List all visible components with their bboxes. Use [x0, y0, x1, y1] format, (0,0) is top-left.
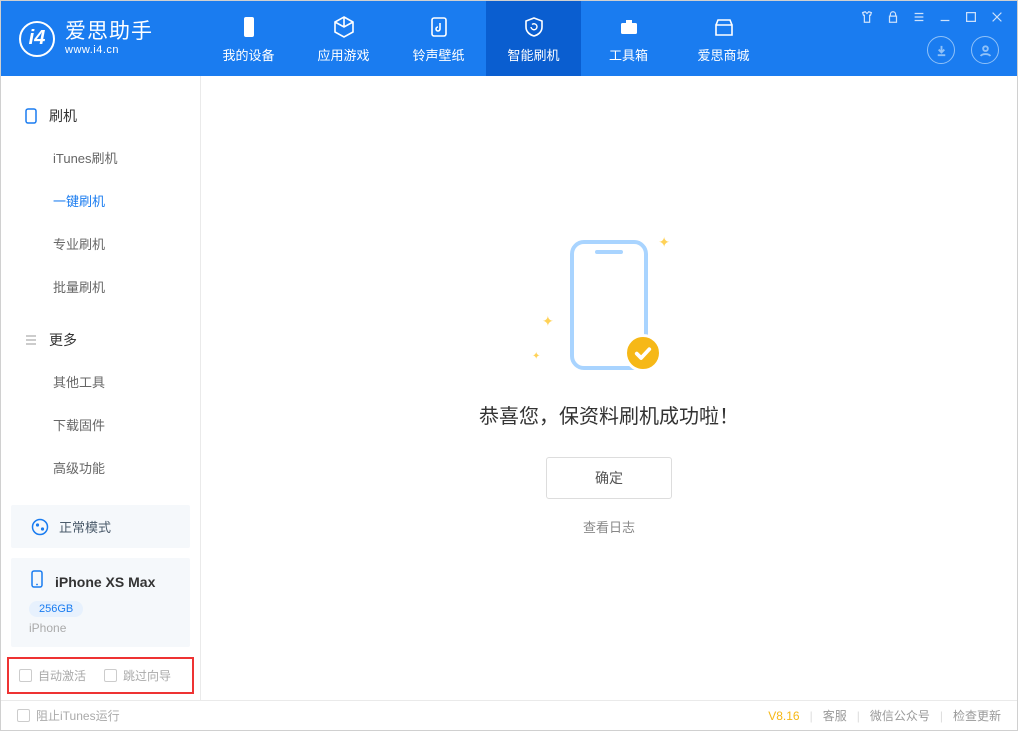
- sidebar-item-advanced[interactable]: 高级功能: [1, 446, 200, 489]
- sparkle-icon: ✦: [542, 313, 554, 330]
- checkbox-label: 自动激活: [38, 667, 86, 684]
- mode-label: 正常模式: [59, 517, 111, 536]
- sidebar-header-flash[interactable]: 刷机: [1, 96, 200, 136]
- separator: |: [810, 709, 813, 723]
- sidebar-section-flash: 刷机 iTunes刷机 一键刷机 专业刷机 批量刷机: [1, 96, 200, 308]
- tab-smart-flash[interactable]: 智能刷机: [486, 1, 581, 76]
- main-tabs: 我的设备 应用游戏 铃声壁纸 智能刷机 工具箱 爱思商城: [201, 1, 771, 76]
- sparkle-icon: ✦: [532, 351, 540, 362]
- view-log-link[interactable]: 查看日志: [583, 517, 635, 536]
- device-small-icon: [23, 108, 39, 124]
- minimize-icon[interactable]: [937, 9, 953, 25]
- separator: |: [857, 709, 860, 723]
- header-actions: [927, 36, 999, 64]
- user-icon[interactable]: [971, 36, 999, 64]
- checkbox-auto-activate[interactable]: 自动激活: [19, 667, 86, 684]
- checkbox-icon: [19, 669, 32, 682]
- separator: |: [940, 709, 943, 723]
- device-subtype: iPhone: [29, 621, 172, 635]
- sidebar: 刷机 iTunes刷机 一键刷机 专业刷机 批量刷机 更多 其他工具 下载固件 …: [1, 76, 201, 700]
- phone-icon: [236, 14, 262, 40]
- device-phone-icon: [29, 570, 45, 593]
- tab-label: 工具箱: [609, 45, 648, 64]
- sidebar-item-itunes[interactable]: iTunes刷机: [1, 136, 200, 179]
- footer-right: V8.16 | 客服 | 微信公众号 | 检查更新: [768, 707, 1001, 724]
- sidebar-item-batch[interactable]: 批量刷机: [1, 265, 200, 308]
- options-highlighted-box: 自动激活 跳过向导: [7, 657, 194, 694]
- tab-label: 爱思商城: [697, 45, 749, 64]
- sidebar-header-more[interactable]: 更多: [1, 320, 200, 360]
- logo-area: i4 爱思助手 www.i4.cn: [1, 20, 201, 57]
- lock-icon[interactable]: [885, 9, 901, 25]
- device-capacity-badge: 256GB: [29, 601, 83, 617]
- app-body: 刷机 iTunes刷机 一键刷机 专业刷机 批量刷机 更多 其他工具 下载固件 …: [1, 76, 1017, 700]
- device-box[interactable]: iPhone XS Max 256GB iPhone: [11, 558, 190, 647]
- store-icon: [711, 14, 737, 40]
- wechat-link[interactable]: 微信公众号: [870, 707, 930, 724]
- mode-icon: [31, 518, 49, 536]
- sidebar-item-other[interactable]: 其他工具: [1, 360, 200, 403]
- version-label: V8.16: [768, 709, 799, 723]
- checkbox-block-itunes[interactable]: 阻止iTunes运行: [17, 707, 120, 724]
- cube-icon: [331, 14, 357, 40]
- checkbox-icon: [17, 709, 30, 722]
- maximize-icon[interactable]: [963, 9, 979, 25]
- sidebar-bottom: 正常模式 iPhone XS Max 256GB iPhone 自动激活 跳过向…: [1, 505, 200, 700]
- support-link[interactable]: 客服: [823, 707, 847, 724]
- checkbox-label: 阻止iTunes运行: [36, 707, 120, 724]
- app-header: i4 爱思助手 www.i4.cn 我的设备 应用游戏 铃声壁纸 智能刷机 工具…: [1, 1, 1017, 76]
- brand-url: www.i4.cn: [65, 44, 153, 57]
- tab-label: 智能刷机: [507, 45, 559, 64]
- sidebar-item-oneclick[interactable]: 一键刷机: [1, 179, 200, 222]
- tshirt-icon[interactable]: [859, 9, 875, 25]
- mode-box[interactable]: 正常模式: [11, 505, 190, 548]
- logo-text: 爱思助手 www.i4.cn: [65, 20, 153, 57]
- sparkle-icon: ✦: [658, 234, 670, 251]
- footer-left: 阻止iTunes运行: [17, 707, 120, 724]
- download-icon[interactable]: [927, 36, 955, 64]
- logo-icon: i4: [19, 21, 55, 57]
- list-icon: [23, 332, 39, 348]
- tab-label: 铃声壁纸: [412, 45, 464, 64]
- sidebar-header-label: 刷机: [49, 106, 77, 126]
- check-badge-icon: [624, 334, 662, 372]
- checkbox-skip-guide[interactable]: 跳过向导: [104, 667, 171, 684]
- sidebar-item-pro[interactable]: 专业刷机: [1, 222, 200, 265]
- main-content: ✦ ✦ ✦ 恭喜您，保资料刷机成功啦！ 确定 查看日志: [201, 76, 1017, 700]
- sidebar-nav: 刷机 iTunes刷机 一键刷机 专业刷机 批量刷机 更多 其他工具 下载固件 …: [1, 76, 200, 505]
- window-controls: [859, 9, 1005, 25]
- sidebar-section-more: 更多 其他工具 下载固件 高级功能: [1, 320, 200, 489]
- tab-toolbox[interactable]: 工具箱: [581, 1, 676, 76]
- tab-my-device[interactable]: 我的设备: [201, 1, 296, 76]
- checkbox-label: 跳过向导: [123, 667, 171, 684]
- status-bar: 阻止iTunes运行 V8.16 | 客服 | 微信公众号 | 检查更新: [1, 700, 1017, 730]
- success-title: 恭喜您，保资料刷机成功啦！: [479, 400, 739, 429]
- tab-label: 应用游戏: [317, 45, 369, 64]
- menu-icon[interactable]: [911, 9, 927, 25]
- tab-shop[interactable]: 爱思商城: [676, 1, 771, 76]
- device-name: iPhone XS Max: [55, 574, 155, 590]
- tab-apps-games[interactable]: 应用游戏: [296, 1, 391, 76]
- sidebar-header-label: 更多: [49, 330, 77, 350]
- music-file-icon: [426, 14, 452, 40]
- checkbox-icon: [104, 669, 117, 682]
- check-update-link[interactable]: 检查更新: [953, 707, 1001, 724]
- toolbox-icon: [616, 14, 642, 40]
- tab-ringtones[interactable]: 铃声壁纸: [391, 1, 486, 76]
- tab-label: 我的设备: [222, 45, 274, 64]
- ok-button[interactable]: 确定: [546, 457, 672, 499]
- shield-refresh-icon: [521, 14, 547, 40]
- success-illustration: ✦ ✦ ✦: [570, 240, 648, 370]
- brand-name: 爱思助手: [65, 20, 153, 44]
- sidebar-item-download[interactable]: 下载固件: [1, 403, 200, 446]
- close-icon[interactable]: [989, 9, 1005, 25]
